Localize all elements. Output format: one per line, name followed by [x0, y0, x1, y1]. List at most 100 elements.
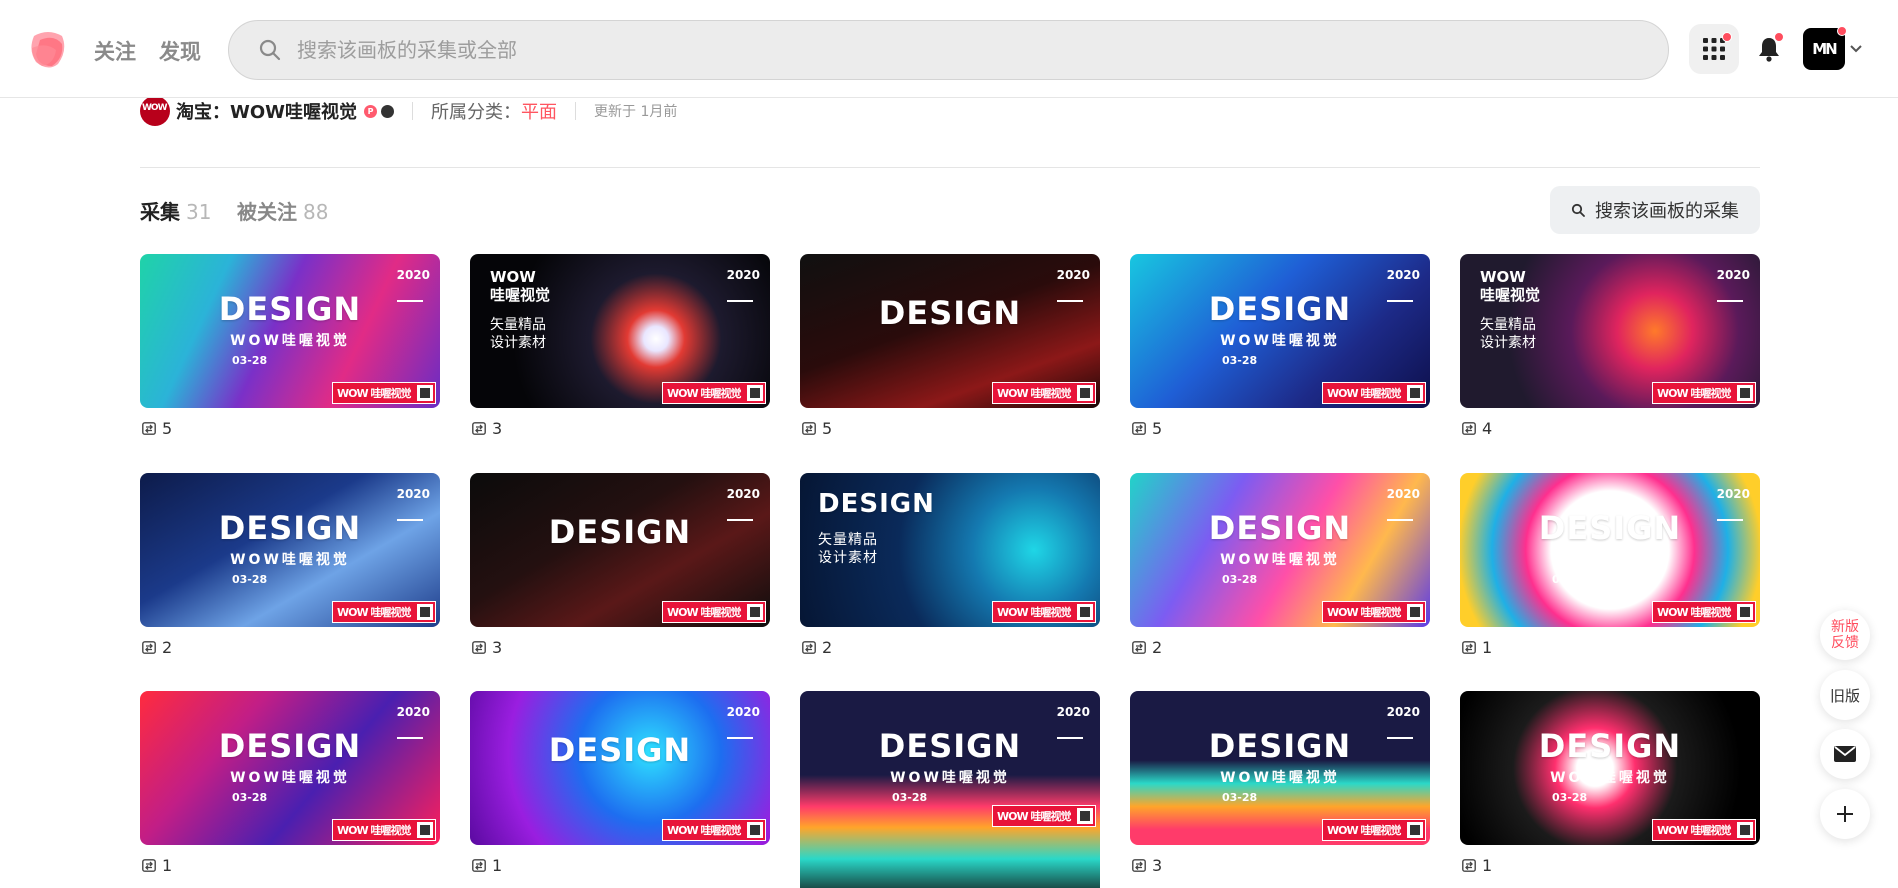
qr-code-icon	[1407, 822, 1423, 838]
pin-card[interactable]: DESIGN WOW哇喔视觉 03-28 WOW 哇喔视觉 1	[1460, 691, 1760, 875]
category-link[interactable]: 平面	[521, 98, 557, 124]
pin-meta: 2	[800, 637, 1100, 657]
repin-count: 2	[822, 637, 833, 657]
brand-watermark: WOW 哇喔视觉	[992, 805, 1096, 827]
pin-card[interactable]: DESIGN WOW哇喔视觉 2020 03-28 WOW 哇喔视觉	[800, 691, 1100, 888]
pin-date: 03-28	[1222, 573, 1258, 586]
pin-card[interactable]: DESIGN 2020 WOW 哇喔视觉 5	[800, 254, 1100, 438]
pin-year: 2020	[1387, 268, 1420, 302]
certified-badge-icon: P	[364, 104, 378, 118]
pin-thumbnail[interactable]: DESIGN WOW哇喔视觉 2020 03-28 WOW 哇喔视觉	[1130, 691, 1430, 845]
qr-code-icon	[417, 822, 433, 838]
pin-meta: 4	[1460, 418, 1760, 438]
qr-code-icon	[1077, 808, 1093, 824]
brand-mark: WOW 哇喔视觉	[667, 387, 741, 400]
brand-mark: WOW 哇喔视觉	[1657, 824, 1731, 837]
pin-year: 2020	[1717, 268, 1750, 302]
pin-card[interactable]: DESIGN 2020 WOW 哇喔视觉 3	[470, 473, 770, 657]
brand-watermark: WOW 哇喔视觉	[1652, 601, 1756, 623]
pin-title: DESIGN	[1208, 290, 1352, 328]
pin-card[interactable]: DESIGN WOW哇喔视觉 2020 03-28 WOW 哇喔视觉 5	[1130, 254, 1430, 438]
search-input[interactable]	[297, 38, 1597, 62]
pin-thumbnail[interactable]: DESIGN WOW哇喔视觉 2020 03-28 WOW 哇喔视觉	[1130, 254, 1430, 408]
pin-title: DESIGN	[548, 513, 692, 551]
repin-count: 1	[1482, 855, 1493, 875]
pin-thumbnail[interactable]: DESIGN 2020 WOW 哇喔视觉	[470, 691, 770, 845]
brand-mark: WOW 哇喔视觉	[1327, 387, 1401, 400]
pin-card[interactable]: DESIGN 矢量精品 设计素材 WOW 哇喔视觉 2	[800, 473, 1100, 657]
pin-thumbnail[interactable]: DESIGN 矢量精品 设计素材 WOW 哇喔视觉	[800, 473, 1100, 627]
pin-thumbnail[interactable]: DESIGN WOW哇喔视觉 2020 03-28 WOW 哇喔视觉	[140, 691, 440, 845]
tab-pins[interactable]: 采集 31	[140, 196, 211, 225]
nav-discover[interactable]: 发现	[159, 36, 201, 66]
qr-code-icon	[417, 604, 433, 620]
qr-code-icon	[1737, 385, 1753, 401]
brand-watermark: WOW 哇喔视觉	[662, 382, 766, 404]
pin-year: 2020	[397, 268, 430, 302]
repin-icon	[472, 640, 486, 654]
pin-year: 2020	[1057, 268, 1090, 302]
pin-card[interactable]: DESIGN WOW哇喔视觉 2020 03-28 WOW 哇喔视觉 1	[1460, 473, 1760, 657]
pin-meta: 1	[1460, 637, 1760, 657]
feedback-button[interactable]: 新版 反馈	[1820, 610, 1870, 660]
repin-count: 2	[162, 637, 173, 657]
qr-code-icon	[417, 385, 433, 401]
pin-subtitle: WOW哇喔视觉	[1550, 770, 1670, 786]
pin-meta: 3	[470, 637, 770, 657]
pin-thumbnail[interactable]: DESIGN WOW哇喔视觉 2020 03-28 WOW 哇喔视觉	[800, 691, 1100, 888]
pin-meta: 3	[470, 418, 770, 438]
global-search-bar[interactable]	[228, 20, 1669, 80]
repin-count: 5	[162, 418, 173, 438]
repin-count: 3	[492, 637, 503, 657]
pin-thumbnail[interactable]: DESIGN 2020 WOW 哇喔视觉	[800, 254, 1100, 408]
pin-thumbnail[interactable]: DESIGN WOW哇喔视觉 2020 03-28 WOW 哇喔视觉	[1130, 473, 1430, 627]
brand-watermark: WOW 哇喔视觉	[1652, 819, 1756, 841]
huaban-logo-icon[interactable]	[28, 28, 68, 70]
pin-card[interactable]: DESIGN WOW哇喔视觉 2020 03-28 WOW 哇喔视觉 2	[140, 473, 440, 657]
add-button[interactable]	[1820, 789, 1870, 839]
repin-icon	[1132, 421, 1146, 435]
pin-card[interactable]: DESIGN WOW哇喔视觉 2020 03-28 WOW 哇喔视觉 1	[140, 691, 440, 875]
pin-thumbnail[interactable]: DESIGN WOW哇喔视觉 2020 03-28 WOW 哇喔视觉	[140, 254, 440, 408]
repin-icon	[1462, 421, 1476, 435]
repin-count: 1	[162, 855, 173, 875]
chevron-down-icon[interactable]	[1849, 42, 1863, 56]
board-search-button[interactable]: 搜索该画板的采集	[1550, 186, 1760, 234]
pin-thumbnail[interactable]: DESIGN 2020 WOW 哇喔视觉	[470, 473, 770, 627]
pin-thumbnail[interactable]: WOW 哇喔视觉 矢量精品 设计素材 2020 WOW 哇喔视觉	[470, 254, 770, 408]
pin-thumbnail[interactable]: DESIGN WOW哇喔视觉 03-28 WOW 哇喔视觉	[1460, 691, 1760, 845]
pin-card[interactable]: WOW 哇喔视觉 矢量精品 设计素材 2020 WOW 哇喔视觉 3	[470, 254, 770, 438]
pin-card[interactable]: DESIGN WOW哇喔视觉 2020 03-28 WOW 哇喔视觉 3	[1130, 691, 1430, 875]
pin-year: 2020	[727, 268, 760, 302]
pin-title: DESIGN	[878, 294, 1022, 332]
brand-watermark: WOW 哇喔视觉	[1652, 382, 1756, 404]
repin-count: 1	[1482, 637, 1493, 657]
pin-card[interactable]: DESIGN WOW哇喔视觉 2020 03-28 WOW 哇喔视觉 5	[140, 254, 440, 438]
owner-logo-text: WOW	[142, 103, 167, 113]
pin-card[interactable]: WOW 哇喔视觉 矢量精品 设计素材 2020 WOW 哇喔视觉 4	[1460, 254, 1760, 438]
pin-meta: 1	[140, 855, 440, 875]
owner-avatar[interactable]: WOW	[140, 96, 170, 126]
pin-thumbnail[interactable]: WOW 哇喔视觉 矢量精品 设计素材 2020 WOW 哇喔视觉	[1460, 254, 1760, 408]
repin-icon	[1132, 640, 1146, 654]
pin-subtitle: 矢量精品 设计素材	[1480, 317, 1536, 351]
brand-watermark: WOW 哇喔视觉	[332, 819, 436, 841]
notifications-button[interactable]	[1744, 24, 1794, 74]
apps-menu-button[interactable]	[1689, 24, 1739, 74]
tab-followers[interactable]: 被关注 88	[237, 196, 328, 225]
brand-watermark: WOW 哇喔视觉	[332, 601, 436, 623]
messages-button[interactable]	[1820, 729, 1870, 779]
pin-card[interactable]: DESIGN 2020 WOW 哇喔视觉 1	[470, 691, 770, 875]
pin-thumbnail[interactable]: DESIGN WOW哇喔视觉 2020 03-28 WOW 哇喔视觉	[1460, 473, 1760, 627]
pin-card[interactable]: DESIGN WOW哇喔视觉 2020 03-28 WOW 哇喔视觉 2	[1130, 473, 1430, 657]
pin-title: DESIGN	[1538, 509, 1682, 547]
repin-count: 3	[492, 418, 503, 438]
pin-subtitle: WOW哇喔视觉	[1550, 552, 1670, 568]
old-version-button[interactable]: 旧版	[1820, 670, 1870, 720]
pin-date: 03-28	[1552, 573, 1588, 586]
qr-code-icon	[747, 385, 763, 401]
owner-name-link[interactable]: 淘宝：WOW哇喔视觉	[176, 98, 357, 124]
pin-date: 03-28	[1222, 354, 1258, 367]
pin-thumbnail[interactable]: DESIGN WOW哇喔视觉 2020 03-28 WOW 哇喔视觉	[140, 473, 440, 627]
nav-follow[interactable]: 关注	[94, 36, 136, 66]
